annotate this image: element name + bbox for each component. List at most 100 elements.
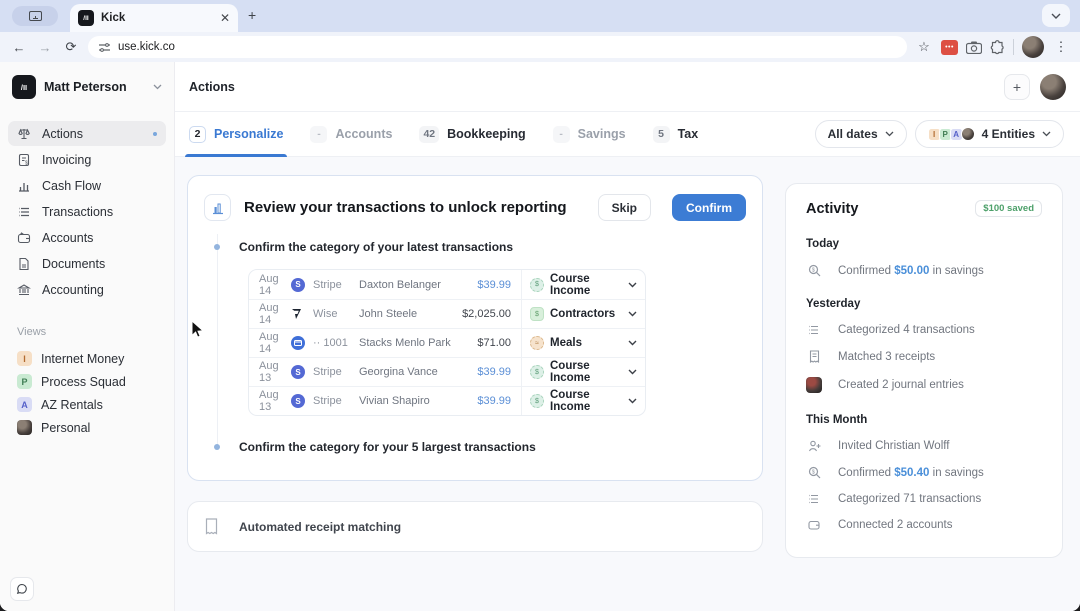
support-chat-button[interactable] [10, 577, 34, 601]
activity-item: Invited Christian Wolff [806, 440, 1042, 452]
view-label: AZ Rentals [41, 398, 103, 412]
view-item-personal[interactable]: Personal [0, 416, 174, 439]
magnifier-dollar-icon: $ [806, 466, 822, 479]
personal-avatar [17, 420, 32, 435]
confirm-button[interactable]: Confirm [672, 194, 746, 221]
main-area: Actions + 2 Personalize - Accounts 42 [175, 62, 1080, 611]
url-bar[interactable]: use.kick.co [88, 36, 907, 58]
browser-tabstrip: /II Kick ✕ + [0, 0, 1080, 32]
tab-search-button[interactable] [12, 6, 58, 26]
active-tab-underline [185, 154, 287, 157]
savings-amount: $50.00 [894, 265, 929, 277]
user-avatar[interactable] [1040, 74, 1066, 100]
password-extension-icon[interactable]: ••• [941, 40, 958, 55]
browser-toolbar: ← → ⟳ use.kick.co ☆ ••• ⋮ [0, 32, 1080, 62]
person-add-icon [806, 440, 822, 452]
skip-button[interactable]: Skip [598, 194, 651, 221]
workspace-name: Matt Peterson [44, 80, 145, 94]
coin-icon: $ [530, 278, 544, 292]
sidebar-item-cashflow[interactable]: Cash Flow [8, 173, 166, 198]
activity-section-this-month: This Month [806, 414, 1042, 426]
tab-accounts[interactable]: - Accounts [310, 112, 392, 156]
kick-logo: /II [12, 75, 36, 99]
sidebar-item-accounting[interactable]: Accounting [8, 277, 166, 302]
sidebar-item-transactions[interactable]: Transactions [8, 199, 166, 224]
svg-text:$: $ [811, 470, 814, 476]
chevron-down-icon [1042, 131, 1051, 137]
review-transactions-card: Review your transactions to unlock repor… [187, 175, 763, 481]
sidebar-item-actions[interactable]: Actions [8, 121, 166, 146]
sidebar-item-invoicing[interactable]: $ Invoicing [8, 147, 166, 172]
savings-badge: $100 saved [975, 200, 1042, 217]
activity-section-today: Today [806, 238, 1042, 250]
extensions-puzzle-icon[interactable] [990, 40, 1005, 55]
tab-personalize[interactable]: 2 Personalize [189, 112, 283, 156]
tab-tax[interactable]: 5 Tax [653, 112, 699, 156]
view-item-az-rentals[interactable]: A AZ Rentals [0, 393, 174, 416]
category-dropdown[interactable]: $ Course Income [521, 358, 645, 386]
camera-extension-icon[interactable] [966, 41, 982, 54]
receipt-icon [806, 350, 822, 363]
entity-badge-i: I [17, 351, 32, 366]
sidebar-item-documents[interactable]: Documents [8, 251, 166, 276]
scale-icon [17, 127, 32, 141]
step2-label: Confirm the category for your 5 largest … [239, 440, 536, 454]
entity-mini-avatar [961, 127, 975, 141]
coin-icon: $ [530, 394, 544, 408]
activity-title: Activity [806, 201, 858, 217]
sidebar-item-accounts[interactable]: Accounts [8, 225, 166, 250]
tab-bookkeeping[interactable]: 42 Bookkeeping [419, 112, 525, 156]
stripe-icon: S [291, 394, 305, 408]
add-button[interactable]: + [1004, 74, 1030, 100]
tab-count-badge: - [553, 126, 570, 143]
sidebar-item-label: Documents [42, 257, 105, 271]
sidebar-item-label: Invoicing [42, 153, 91, 167]
workspace-switcher[interactable]: /II Matt Peterson [0, 75, 174, 99]
stripe-icon: S [291, 278, 305, 292]
back-icon[interactable]: ← [10, 40, 28, 55]
tab-close-icon[interactable]: ✕ [220, 11, 230, 25]
url-text: use.kick.co [118, 41, 175, 53]
automated-receipt-matching-card[interactable]: Automated receipt matching [187, 501, 763, 552]
entities-dropdown[interactable]: I P A 4 Entities [915, 120, 1064, 148]
view-item-process-squad[interactable]: P Process Squad [0, 370, 174, 393]
chevron-down-icon [885, 131, 894, 137]
date-filter-dropdown[interactable]: All dates [815, 120, 907, 148]
activity-item: Connected 2 accounts [806, 519, 1042, 531]
svg-text:$: $ [811, 268, 814, 274]
sidebar-item-label: Transactions [42, 205, 113, 219]
category-dropdown[interactable]: $ Contractors [521, 300, 645, 328]
browser-tab-kick[interactable]: /II Kick ✕ [70, 4, 238, 32]
browser-menu-icon[interactable]: ⋮ [1052, 39, 1070, 55]
tab-savings[interactable]: - Savings [553, 112, 626, 156]
entity-badge-a: A [17, 397, 32, 412]
sidebar-item-label: Actions [42, 127, 83, 141]
transaction-row: Aug 14 ·· 1001 Stacks Menlo Park $71.00 … [249, 328, 645, 357]
sidebar-nav: Actions $ Invoicing Cash Flow Transactio… [0, 121, 174, 302]
view-item-internet-money[interactable]: I Internet Money [0, 347, 174, 370]
reload-icon[interactable]: ⟳ [62, 39, 80, 55]
browser-profile-avatar[interactable] [1022, 36, 1044, 58]
bookmark-star-icon[interactable]: ☆ [915, 39, 933, 55]
tabstrip-chevron-button[interactable] [1042, 4, 1070, 27]
category-dropdown[interactable]: $ Course Income [521, 270, 645, 299]
tab-count-badge: - [310, 126, 327, 143]
activity-item: $ Confirmed $50.00 in savings [806, 264, 1042, 277]
chevron-down-icon [1051, 13, 1061, 19]
new-tab-button[interactable]: + [248, 7, 256, 23]
step-bullet [214, 444, 220, 450]
stripe-icon: S [291, 365, 305, 379]
notification-dot [153, 132, 157, 136]
activity-item: Matched 3 receipts [806, 350, 1042, 363]
category-dropdown[interactable]: $ Course Income [521, 387, 645, 415]
activity-panel: Activity $100 saved Today $ Confirmed $5… [785, 183, 1063, 558]
card-title: Review your transactions to unlock repor… [244, 199, 585, 216]
forward-icon[interactable]: → [36, 40, 54, 55]
activity-item: Created 2 journal entries [806, 377, 1042, 393]
tab-search-icon [29, 11, 42, 21]
category-dropdown[interactable]: ≈ Meals [521, 329, 645, 357]
document-icon [17, 257, 32, 271]
chevron-down-icon [153, 84, 162, 90]
bar-chart-icon [17, 179, 32, 193]
coin-icon: $ [530, 365, 544, 379]
